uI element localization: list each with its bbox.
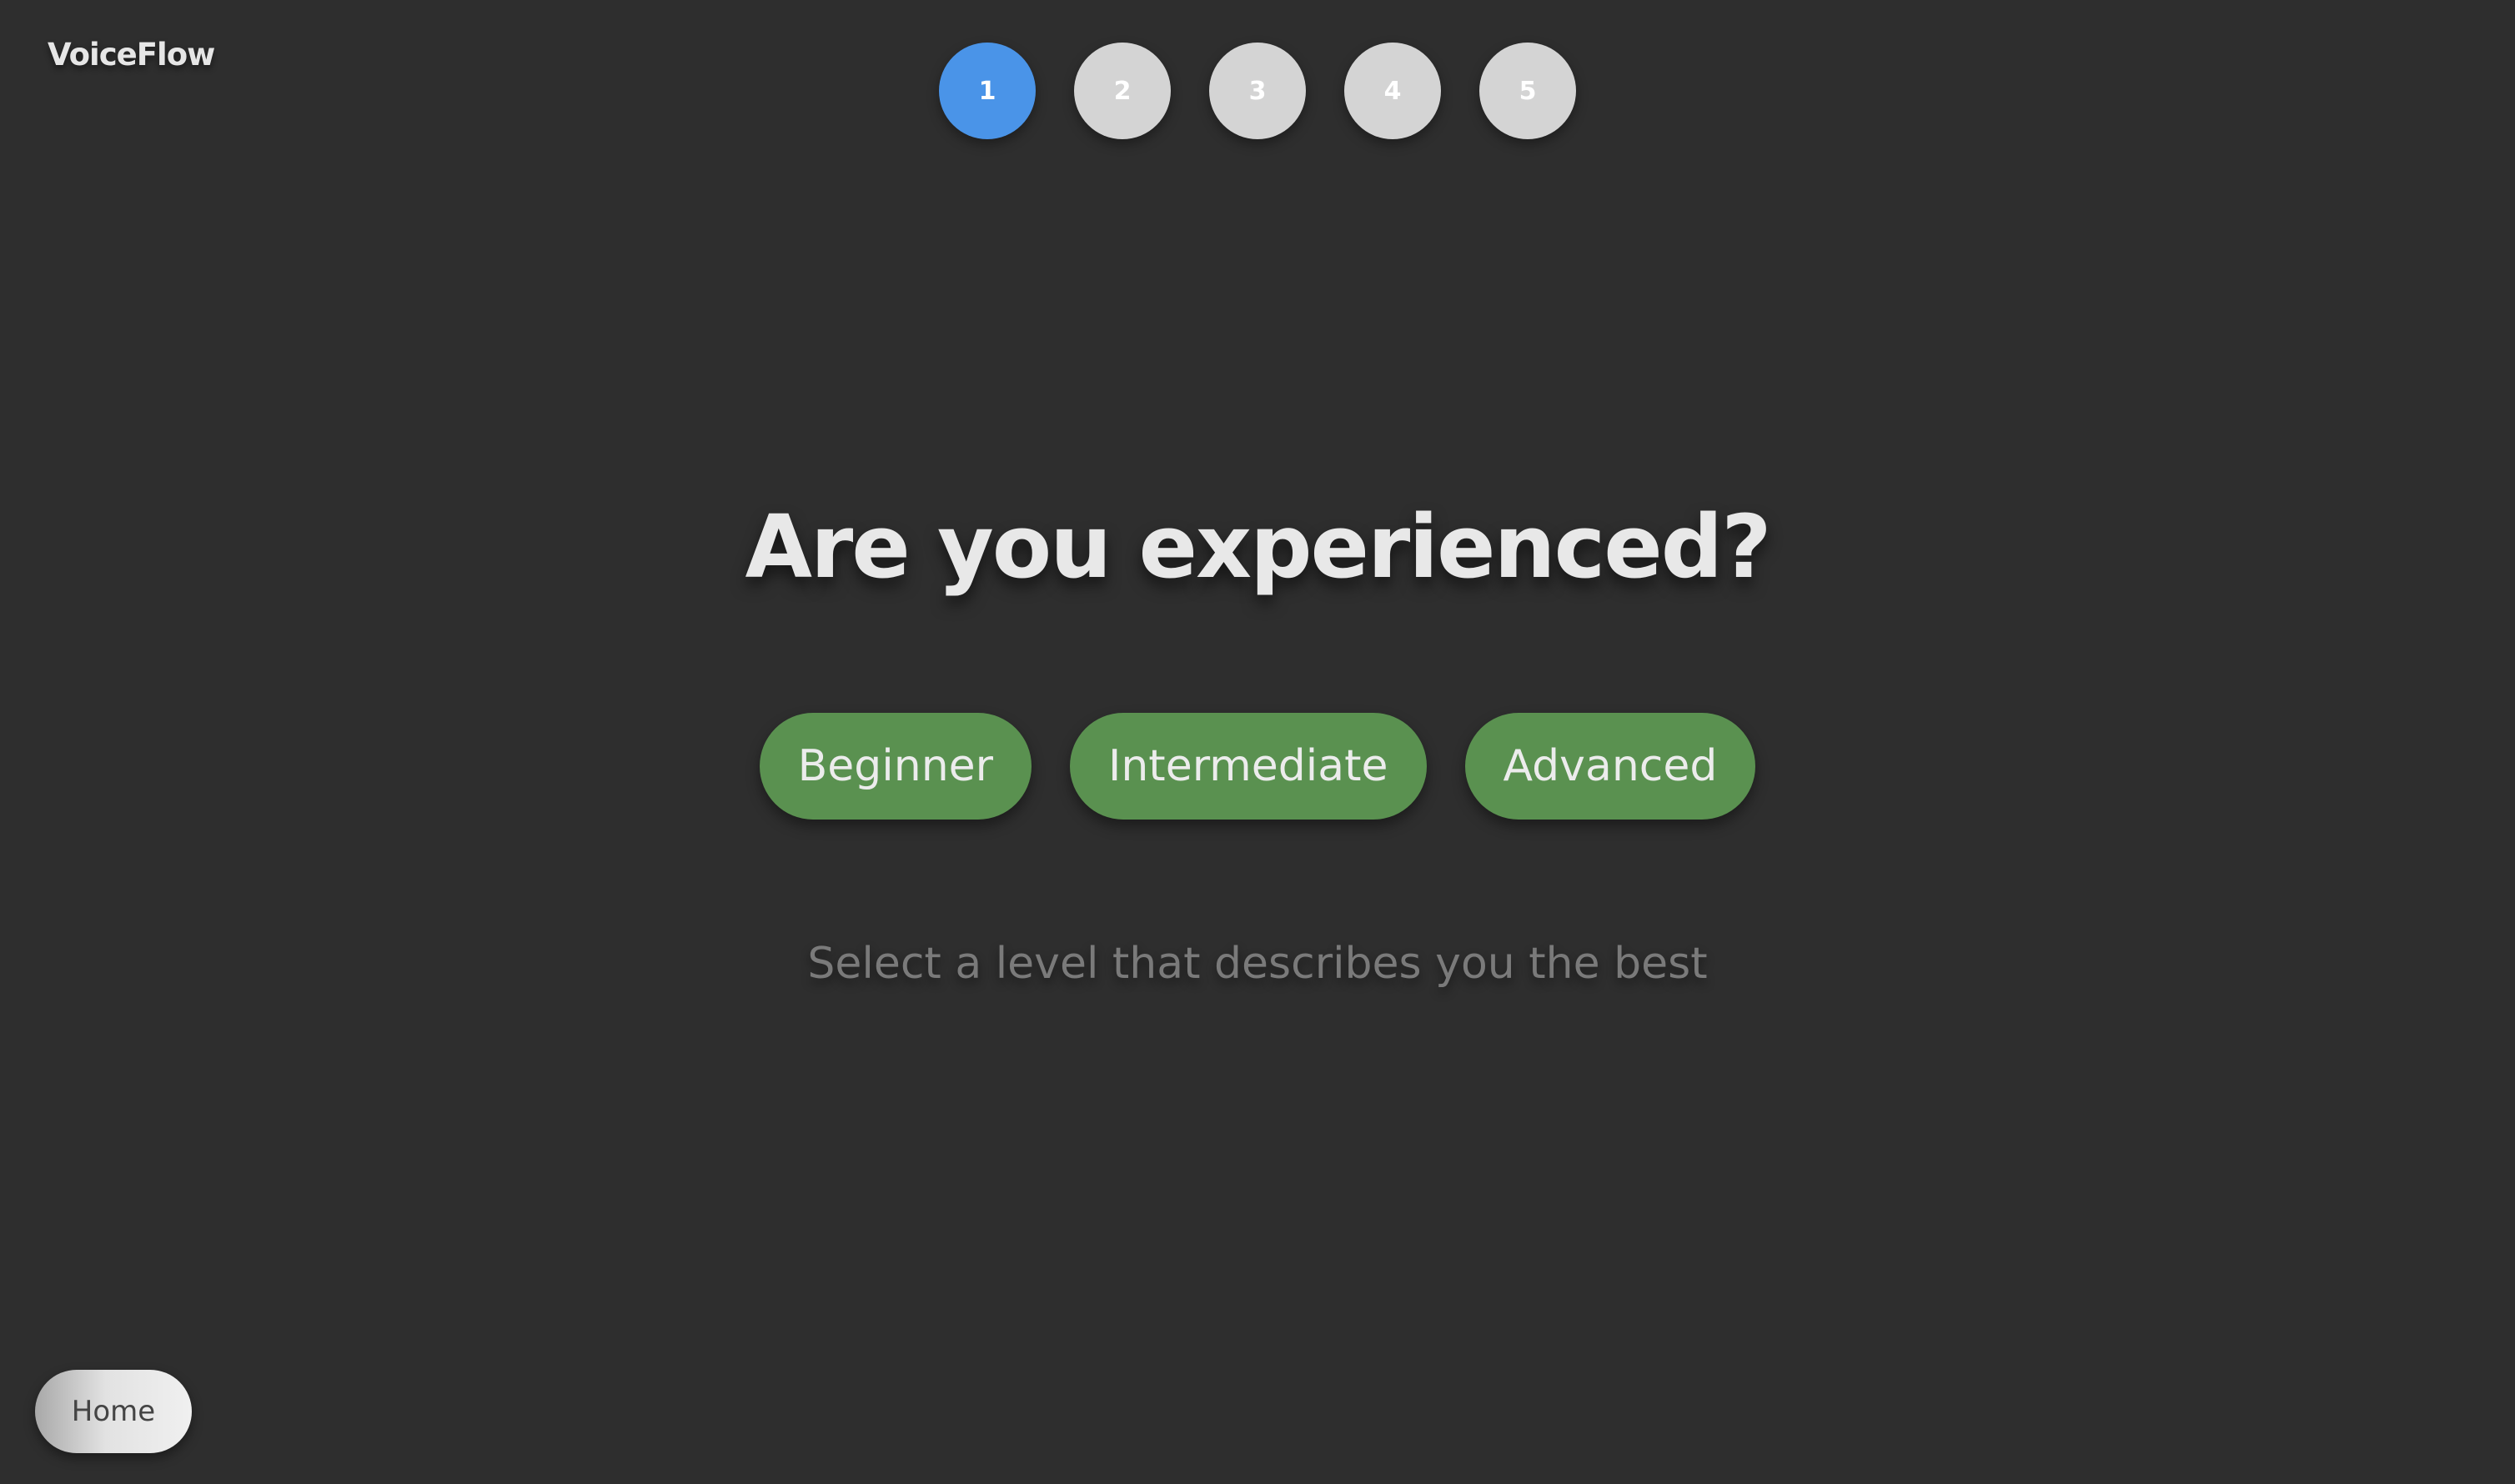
step-2[interactable]: 2 bbox=[1074, 43, 1171, 139]
step-3[interactable]: 3 bbox=[1209, 43, 1306, 139]
advanced-button[interactable]: Advanced bbox=[1464, 713, 1756, 820]
level-options: Beginner Intermediate Advanced bbox=[0, 713, 2515, 820]
step-5[interactable]: 5 bbox=[1479, 43, 1576, 139]
hint-text: Select a level that describes you the be… bbox=[807, 939, 1708, 989]
intermediate-button[interactable]: Intermediate bbox=[1070, 713, 1427, 820]
step-indicator: 1 2 3 4 5 bbox=[0, 43, 2515, 139]
page-title: Are you experienced? bbox=[745, 496, 1771, 598]
step-1[interactable]: 1 bbox=[939, 43, 1036, 139]
home-button[interactable]: Home bbox=[35, 1370, 192, 1453]
beginner-button[interactable]: Beginner bbox=[759, 713, 1032, 820]
step-4[interactable]: 4 bbox=[1344, 43, 1441, 139]
